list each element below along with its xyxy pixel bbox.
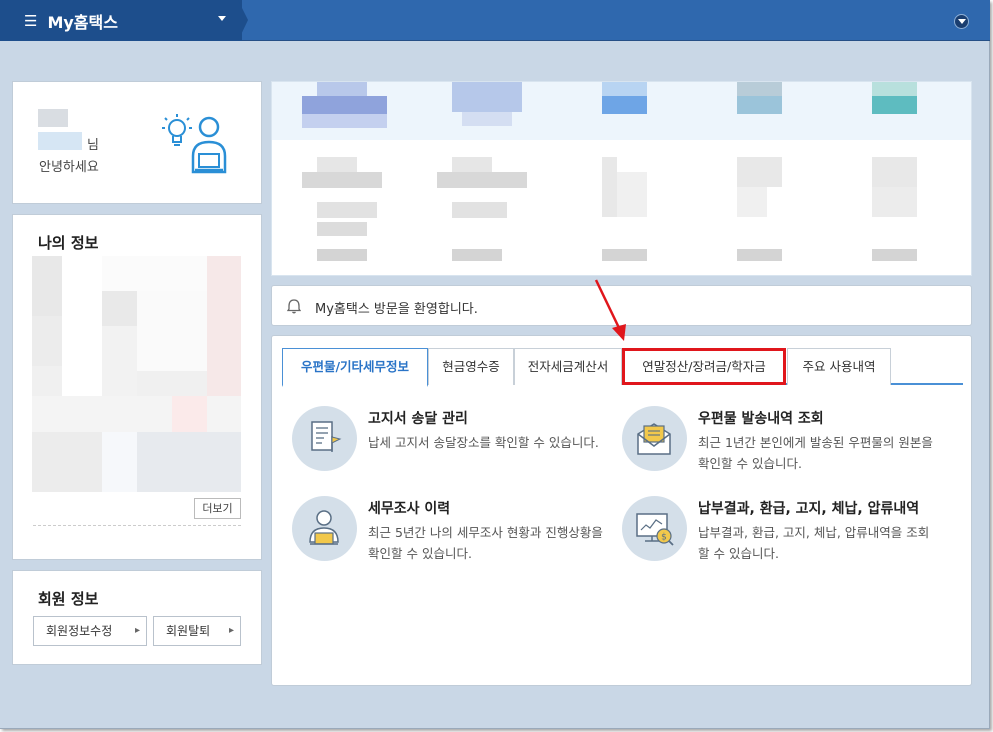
app-title: My홈택스 [47,12,118,32]
greeting-suffix: 님 [87,138,99,153]
service-tax-audit[interactable]: 세무조사 이력 최근 5년간 나의 세무조사 현황과 진행상황을 확인할 수 있… [292,496,603,566]
service-desc: 납부결과, 환급, 고지, 체납, 압류내역을 조회할 수 있습니다. [698,525,930,561]
service-title: 세무조사 이력 [368,501,451,517]
tab-cash-receipt[interactable]: 현금영수증 [428,348,514,385]
envelope-icon [622,406,687,471]
service-bill-delivery[interactable]: 고지서 송달 관리 납세 고지서 송달장소를 확인할 수 있습니다. [292,406,602,476]
greeting-text: 안녕하세요 [39,160,99,175]
caret-down-icon[interactable] [218,16,226,21]
svg-text:$: $ [661,533,667,543]
chevron-right-icon: ▸ [134,625,140,636]
person-laptop-icon [292,496,357,561]
member-info-card: 회원 정보 회원정보수정 ▸ 회원탈퇴 ▸ [12,570,262,665]
divider [33,525,241,526]
monitor-coin-icon: $ [622,496,687,561]
button-label: 회원탈퇴 [166,624,211,638]
summary-blurred-content [271,81,972,276]
my-info-card: 나의 정보 더보기 [12,214,262,560]
greeting-card: 님 안녕하세요 [12,81,262,204]
section-title: 나의 정보 [38,234,99,252]
document-flag-icon [292,406,357,471]
annotation-arrow-icon [594,279,626,341]
more-button[interactable]: 더보기 [194,498,241,519]
services-panel: 우편물/기타세무정보 현금영수증 전자세금계산서 연말정산/장려금/학자금 주요… [271,335,972,686]
bell-icon [287,299,301,314]
tab-e-tax-invoice[interactable]: 전자세금계산서 [514,348,622,385]
tab-mail-tax-info[interactable]: 우편물/기타세무정보 [282,348,428,387]
service-desc: 납세 고지서 송달장소를 확인할 수 있습니다. [368,435,599,450]
button-label: 회원정보수정 [46,624,113,638]
service-desc: 최근 1년간 본인에게 발송된 우편물의 원본을 확인할 수 있습니다. [698,435,933,471]
tab-usage-history[interactable]: 주요 사용내역 [787,348,891,385]
top-bar: ☰ My홈택스 [0,0,990,41]
user-name-blur [38,109,68,127]
service-desc: 최근 5년간 나의 세무조사 현황과 진행상황을 확인할 수 있습니다. [368,525,603,561]
chevron-right-icon: ▸ [228,625,234,636]
user-lightbulb-icon [162,114,227,174]
withdraw-member-button[interactable]: 회원탈퇴 ▸ [153,616,241,646]
tab-bar: 우편물/기타세무정보 현금영수증 전자세금계산서 연말정산/장려금/학자금 주요… [282,348,963,387]
brand-arrow-decoration [238,0,248,41]
service-title: 고지서 송달 관리 [368,411,468,427]
service-title: 우편물 발송내역 조회 [698,411,824,427]
edit-member-button[interactable]: 회원정보수정 ▸ [33,616,147,646]
brand-menu[interactable]: ☰ My홈택스 [0,0,242,41]
service-mail-history[interactable]: 우편물 발송내역 조회 최근 1년간 본인에게 발송된 우편물의 원본을 확인할… [622,406,952,476]
section-title: 회원 정보 [38,590,99,608]
my-info-blurred-content [32,256,241,492]
service-payment-history[interactable]: $ 납부결과, 환급, 고지, 체납, 압류내역 납부결과, 환급, 고지, 체… [622,496,952,566]
service-title: 납부결과, 환급, 고지, 체납, 압류내역 [698,501,920,517]
app-frame: ☰ My홈택스 님 안녕하세요 나의 정보 더보기 회원 정보 회원정보수정 ▸… [0,0,990,729]
hamburger-icon[interactable]: ☰ [24,12,37,30]
user-name-blur [38,132,82,150]
notice-text: My홈택스 방문을 환영합니다. [315,302,478,317]
chevron-down-icon[interactable] [954,14,969,29]
tab-year-end-settlement[interactable]: 연말정산/장려금/학자금 [622,348,786,385]
